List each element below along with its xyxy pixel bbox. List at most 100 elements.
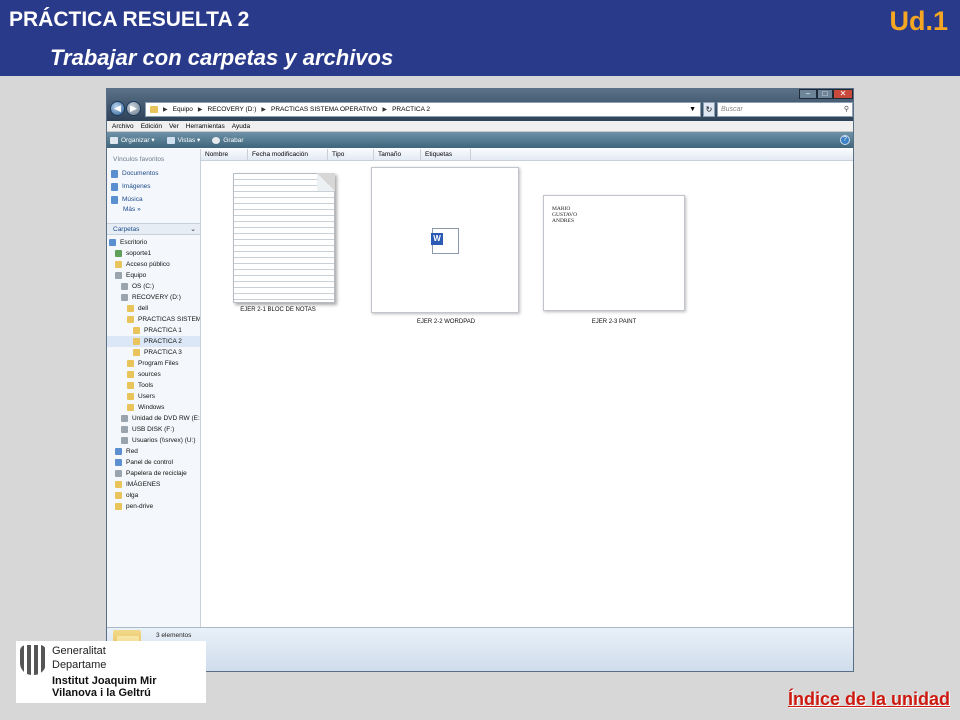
tree-item[interactable]: Windows [107,402,200,413]
tree-item[interactable]: PRACTICAS SISTEMA [107,314,200,325]
tree-item-label: Unidad de DVD RW (E: [132,415,200,422]
burn-label: Grabar [223,136,244,144]
favorite-documentos[interactable]: Documentos [107,167,200,180]
tree-item[interactable]: PRACTICA 2 [107,336,200,347]
drive-icon [121,437,128,444]
tree-item[interactable]: Papelera de reciclaje [107,468,200,479]
tree-item[interactable]: Usuarios (\\srvex) (U:) [107,435,200,446]
institution-logo: Generalitat Departame Institut Joaquim M… [16,641,206,703]
breadcrumb-practicas[interactable]: PRACTICAS SISTEMA OPERATIVO [271,106,377,113]
close-button[interactable]: ✕ [833,89,853,99]
more-link[interactable]: Más » [107,206,200,217]
views-button[interactable]: Vistas ▾ [166,136,200,144]
folder-icon [127,404,134,411]
tree-item[interactable]: Users [107,391,200,402]
chevron-down-icon[interactable]: ▼ [689,106,696,113]
favorite-musica[interactable]: Música [107,193,200,206]
folder-icon [115,261,122,268]
command-bar: Organizar ▾ Vistas ▾ Grabar ? [107,132,853,148]
column-fecha[interactable]: Fecha modificación [248,149,328,160]
drive-icon [115,272,122,279]
breadcrumb-recovery[interactable]: RECOVERY (D:) [208,106,257,113]
menu-herramientas[interactable]: Herramientas [186,123,225,130]
column-tipo[interactable]: Tipo [328,149,374,160]
tree-item[interactable]: sources [107,369,200,380]
tree-item[interactable]: Red [107,446,200,457]
column-etiquetas[interactable]: Etiquetas [421,149,471,160]
file-item-paint[interactable]: MARIO GUSTAVO ANDRES EJER 2-3 PAINT [533,163,685,325]
maximize-button[interactable]: □ [817,89,833,99]
tree-item[interactable]: Unidad de DVD RW (E: [107,413,200,424]
chevron-down-icon[interactable]: ⌄ [190,225,196,233]
tree-item[interactable]: Escritorio [107,237,200,248]
tree-item[interactable]: pen-drive [107,501,200,512]
tree-item-label: soporte1 [126,250,152,257]
column-nombre[interactable]: Nombre [201,149,248,160]
folder-icon [115,503,122,510]
address-bar[interactable]: ▶ Equipo ▶ RECOVERY (D:) ▶ PRACTICAS SIS… [145,102,701,117]
file-name: EJER 2-1 BLOC DE NOTAS [240,307,316,313]
tree-item-label: Windows [138,404,165,411]
tree-item[interactable]: dell [107,303,200,314]
location-icon [115,448,122,455]
tree-item-label: RECOVERY (D:) [132,294,181,301]
tree-item[interactable]: OS (C:) [107,281,200,292]
tree-item[interactable]: PRACTICA 1 [107,325,200,336]
logo-text: Generalitat [52,645,106,657]
search-placeholder: Buscar [721,106,743,113]
burn-button[interactable]: Grabar [212,136,244,144]
details-pane: 3 elementos [107,627,853,671]
favorite-label: Documentos [122,170,159,177]
location-icon [115,459,122,466]
tree-item-label: Usuarios (\\srvex) (U:) [132,437,196,444]
forward-button[interactable]: ▶ [126,101,141,116]
item-count: 3 elementos [156,632,192,639]
tree-item[interactable]: Acceso público [107,259,200,270]
tree-item[interactable]: RECOVERY (D:) [107,292,200,303]
generalitat-logo-icon [20,645,46,675]
folder-icon [133,338,140,345]
tree-item-label: IMÁGENES [126,481,161,488]
nav-buttons: ◀ ▶ [110,101,142,116]
folder-icon [127,360,134,367]
tree-item-label: Program Files [138,360,179,367]
tree-item[interactable]: Panel de control [107,457,200,468]
file-name: EJER 2-3 PAINT [591,319,637,325]
tree-item[interactable]: PRACTICA 3 [107,347,200,358]
drive-icon [121,415,128,422]
tree-item-label: PRACTICA 3 [144,349,182,356]
tree-item[interactable]: USB DISK (F:) [107,424,200,435]
tree-item-label: pen-drive [126,503,154,510]
paint-text-line: ANDRES [552,218,575,224]
column-tamano[interactable]: Tamaño [374,149,421,160]
menu-ver[interactable]: Ver [169,123,179,130]
minimize-button[interactable]: – [799,89,817,99]
menu-archivo[interactable]: Archivo [112,123,134,130]
back-button[interactable]: ◀ [110,101,125,116]
tree-item[interactable]: Equipo [107,270,200,281]
menu-edicion[interactable]: Edición [141,123,162,130]
file-item-notepad[interactable]: EJER 2-1 BLOC DE NOTAS [203,163,353,323]
refresh-button[interactable]: ↻ [703,102,715,117]
unit-index-link[interactable]: Índice de la unidad [788,689,950,710]
slide-subtitle: Trabajar con carpetas y archivos [50,45,394,70]
search-input[interactable]: Buscar ⚲ [717,102,853,117]
folder-icon [115,492,122,499]
tree-item[interactable]: soporte1 [107,248,200,259]
favorite-imagenes[interactable]: Imágenes [107,180,200,193]
tree-item[interactable]: Program Files [107,358,200,369]
breadcrumb-equipo[interactable]: Equipo [173,106,193,113]
breadcrumb-practica-2[interactable]: PRACTICA 2 [392,106,430,113]
tree-item[interactable]: Tools [107,380,200,391]
file-item-wordpad[interactable]: W EJER 2-2 WORDPAD [369,163,519,325]
chevron-right-icon: ▶ [163,107,168,113]
organize-button[interactable]: Organizar ▾ [110,136,155,144]
music-icon [111,195,118,204]
tree-item[interactable]: IMÁGENES [107,479,200,490]
tree-item[interactable]: olga [107,490,200,501]
help-icon[interactable]: ? [840,135,850,145]
drive-icon [121,283,128,290]
menu-ayuda[interactable]: Ayuda [232,123,250,130]
folders-header[interactable]: Carpetas ⌄ [107,223,200,235]
search-icon[interactable]: ⚲ [844,103,849,116]
